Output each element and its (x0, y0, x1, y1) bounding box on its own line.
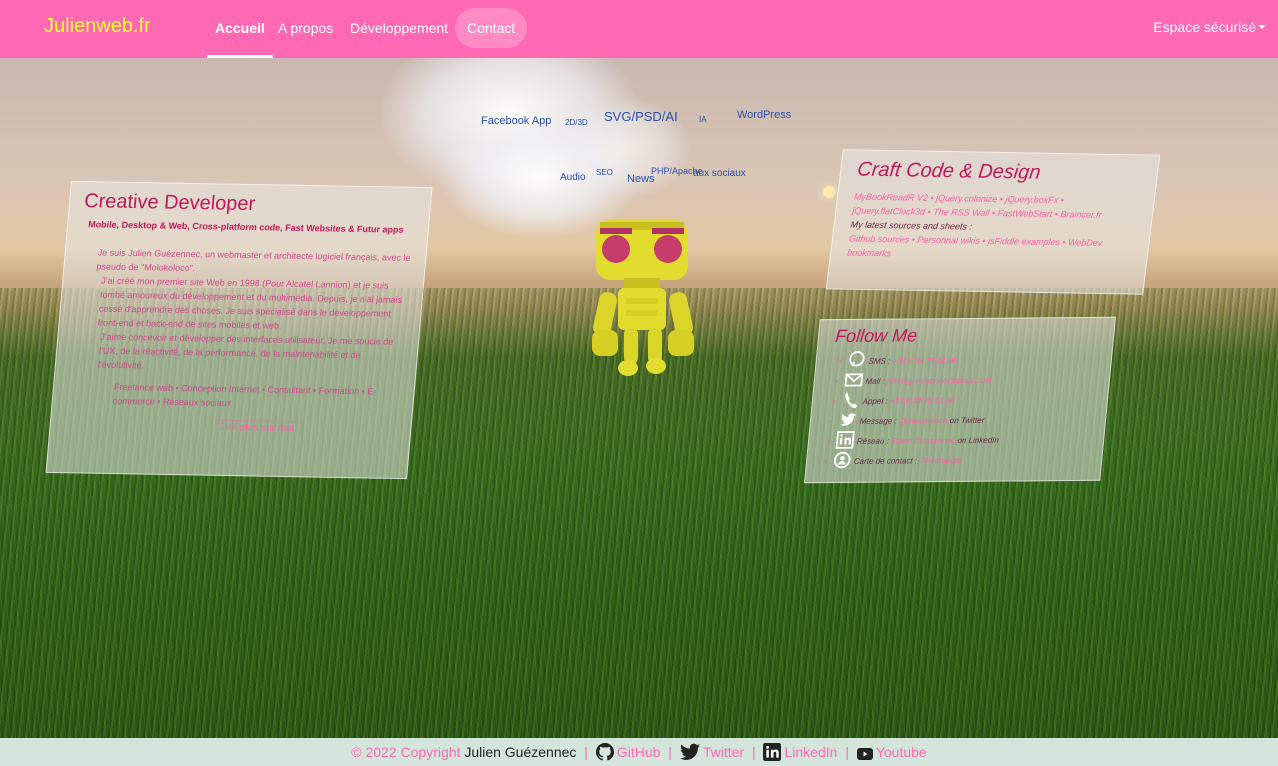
linkedin-icon (835, 431, 855, 449)
follow-item-prefix: Message : (859, 416, 898, 426)
tag-wordpress[interactable]: WordPress (737, 109, 791, 121)
follow-item-suffix: on Twitter (949, 415, 985, 426)
sun (823, 186, 835, 198)
tag-ia[interactable]: IA (699, 115, 707, 124)
creative-subtitle: Mobile, Desktop & Web, Cross-platform co… (87, 219, 404, 235)
follow-item: • Appel : +33 6 34 75 51 90 (828, 389, 1092, 411)
follow-item: • Carte de contact : Télécharger (822, 449, 1086, 471)
creative-paragraph-3: J'aime concevoir et développer des inter… (97, 331, 394, 371)
follow-item-prefix: SMS : (868, 356, 891, 366)
craft-title: Craft Code & Design (856, 158, 1042, 184)
follow-item-prefix: Mail : (865, 376, 886, 386)
separator: | (668, 744, 672, 760)
follow-item-link[interactable]: +33 6 34 75 51 90 (889, 396, 955, 406)
youtube-label: Youtube (875, 744, 927, 760)
secure-area-dropdown[interactable]: Espace sécurisé (1153, 19, 1266, 35)
tag-audio[interactable]: Audio (560, 172, 586, 183)
github-icon (595, 743, 614, 761)
follow-item: • Réseau : Julien Guézennec on LinkedIn (824, 429, 1088, 451)
separator: | (584, 744, 588, 760)
vcard-icon (833, 451, 851, 469)
github-link[interactable]: GitHub (595, 743, 664, 761)
craft-code-panel: Craft Code & Design MyBookReadR V2 • jQu… (825, 149, 1161, 295)
craft-sources-links[interactable]: Github sources • Personnal wikis • jsFid… (846, 232, 1133, 265)
creative-developer-panel: Creative Developer Mobile, Desktop & Web… (45, 180, 433, 480)
follow-item-link[interactable]: +33 6 34 75 51 90 (892, 356, 958, 366)
tag-svg-psd-ai[interactable]: SVG/PSD/AI (604, 109, 678, 124)
creative-title: Creative Developer (83, 190, 257, 216)
bullet: • (829, 417, 834, 427)
follow-item: • SMS : +33 6 34 75 51 90 (832, 349, 1096, 371)
linkedin-link[interactable]: LinkedIn (763, 743, 841, 761)
follow-item-link[interactable]: Julien Guézennec (891, 436, 956, 446)
twitter-link[interactable]: Twitter (679, 743, 748, 760)
separator: | (845, 744, 849, 760)
read-more-button[interactable]: Lire plus sur moi (213, 419, 301, 437)
follow-item-link[interactable]: Télécharger (919, 456, 963, 465)
nav-developpement[interactable]: Développement (342, 8, 456, 48)
follow-title: Follow Me (834, 325, 919, 347)
nav-a-propos[interactable]: A propos (270, 8, 341, 48)
follow-item: • Mail : julien.guezennec@gmail.com (830, 369, 1094, 391)
secure-area-label: Espace sécurisé (1153, 19, 1256, 35)
follow-list: • SMS : +33 6 34 75 51 90 • Mail : julien.… (822, 349, 1096, 471)
footer: © 2022 Copyright Julien Guézennec | GitH… (0, 738, 1278, 766)
bullet: • (832, 397, 837, 407)
youtube-link[interactable]: Youtube (856, 744, 927, 760)
follow-item-prefix: Appel : (862, 396, 889, 406)
sms-icon (849, 351, 865, 367)
follow-item-prefix: Réseau : (856, 436, 890, 446)
linkedin-label: LinkedIn (784, 744, 838, 760)
nav-contact[interactable]: Contact (455, 8, 528, 48)
follow-me-panel: Follow Me • SMS : +33 6 34 75 51 90 • Mail… (803, 316, 1117, 484)
scene-3d[interactable]: Facebook App 2D/3D SVG/PSD/AI IA WordPre… (0, 58, 1278, 738)
youtube-icon (856, 748, 873, 760)
copyright-text: © 2022 Copyright (351, 744, 461, 760)
phone-icon (845, 392, 858, 409)
robot-character[interactable] (590, 218, 695, 378)
tag-2d-3d[interactable]: 2D/3D (565, 118, 588, 127)
author-link[interactable]: Julien Guézennec (464, 744, 576, 760)
tag-seo[interactable]: SEO (596, 168, 613, 177)
bullet: • (826, 437, 831, 447)
separator: | (751, 744, 756, 760)
twitter-label: Twitter (702, 744, 745, 760)
follow-item-prefix: Carte de contact : (853, 456, 918, 466)
bullet: • (835, 377, 840, 387)
nav-accueil[interactable]: Accueil (207, 8, 273, 58)
creative-services: Freelance web • Conception Internet • Co… (112, 381, 377, 408)
follow-item-suffix: on LinkedIn (957, 435, 1000, 445)
bullet: • (838, 357, 842, 367)
follow-item-link[interactable]: @molokoloco (898, 416, 948, 425)
brand-logo[interactable]: Julienweb.fr (44, 15, 151, 38)
top-navbar: Julienweb.fr Accueil A propos Développem… (0, 0, 1278, 58)
follow-item-link[interactable]: julien.guezennec@gmail.com (887, 376, 993, 386)
twitter-icon (679, 743, 700, 760)
creative-paragraph-2: J'ai créé mon premier site Web en 1998 (… (97, 275, 403, 331)
caret-down-icon (1258, 25, 1266, 29)
twitter-icon (839, 413, 857, 426)
follow-item: • Message : @molokoloco on Twitter (826, 409, 1090, 431)
github-label: GitHub (616, 744, 661, 760)
bullet: • (823, 457, 828, 467)
mail-icon (844, 373, 864, 387)
linkedin-icon (763, 743, 782, 761)
tag-facebook-app[interactable]: Facebook App (481, 115, 551, 127)
tag-reseaux-sociaux[interactable]: aux sociaux (693, 168, 746, 179)
